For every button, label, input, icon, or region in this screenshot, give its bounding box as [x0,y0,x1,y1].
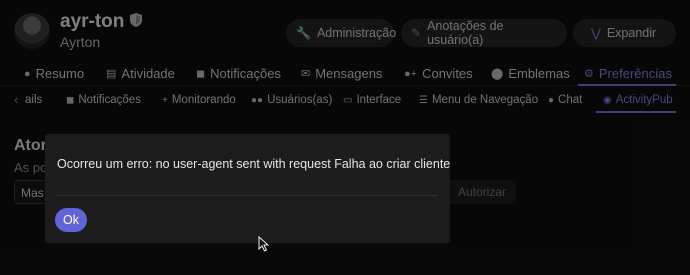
error-dialog: Ocorreu um erro: no user-agent sent with… [45,134,450,243]
mouse-cursor-icon [258,235,270,257]
dialog-divider [57,195,438,196]
ok-button[interactable]: Ok [55,208,87,232]
error-message: Ocorreu um erro: no user-agent sent with… [57,157,451,171]
